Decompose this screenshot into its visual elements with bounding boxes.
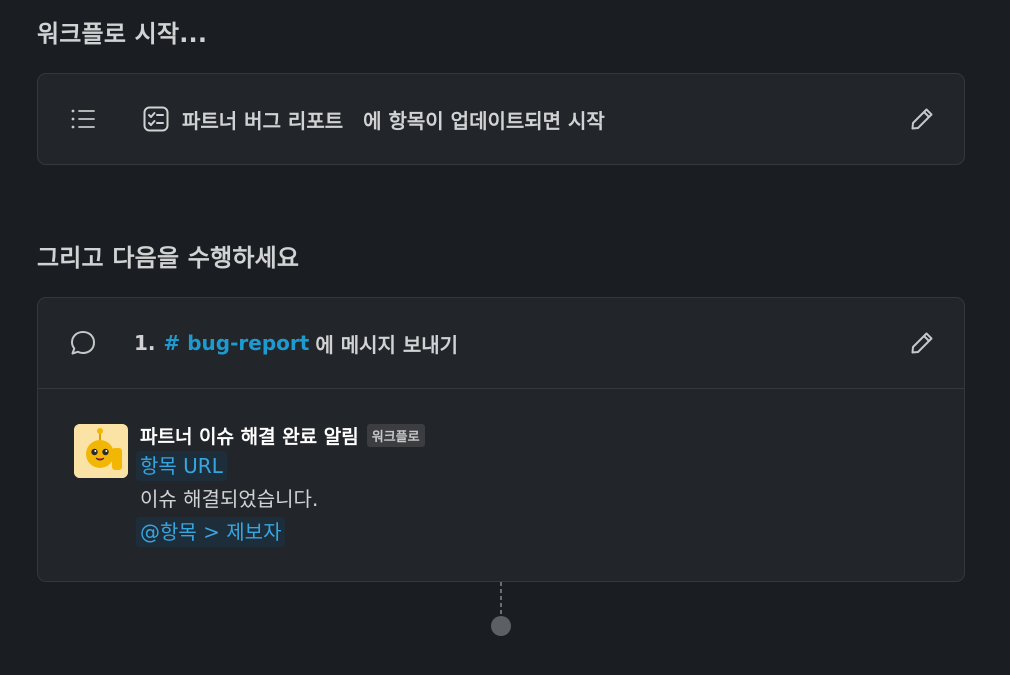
trigger-condition: 에 항목이 업데이트되면 시작 (363, 108, 605, 133)
step-number: 1. (134, 331, 156, 355)
checklist-icon (142, 105, 170, 133)
mention-token: @항목 > 제보자 (136, 517, 286, 547)
action-card[interactable]: 1. # bug-report 에 메시지 보내기 파트너 이슈 해결 완료 알… (37, 297, 965, 582)
message-line-3: @항목 > 제보자 (136, 516, 425, 549)
trigger-card[interactable]: 파트너 버그 리포트 에 항목이 업데이트되면 시작 (37, 73, 965, 165)
workflow-badge: 워크플로 (366, 423, 425, 447)
action-row: 1. # bug-report 에 메시지 보내기 (38, 298, 964, 389)
pencil-icon[interactable] (908, 105, 936, 133)
sender-name: 파트너 이슈 해결 완료 알림 (140, 425, 359, 448)
list-name[interactable]: 파트너 버그 리포트 (182, 105, 343, 134)
pencil-icon[interactable] (908, 329, 936, 357)
workflow-editor: 워크플로 시작... 파트너 버그 리포트 에 항목이 업데이트되면 시작 그리… (0, 0, 1010, 675)
channel-link[interactable]: # bug-report (164, 331, 310, 355)
add-step-dot[interactable] (491, 616, 511, 636)
action-label: 에 메시지 보내기 (315, 332, 459, 357)
link-token: 항목 URL (136, 451, 227, 481)
action-description: 1. # bug-report 에 메시지 보내기 (134, 329, 458, 358)
action-section-title: 그리고 다음을 수행하세요 (37, 244, 300, 272)
list-icon (68, 104, 98, 134)
message-header: 파트너 이슈 해결 완료 알림 워크플로 (140, 420, 425, 450)
message-line-2: 이슈 해결되었습니다. (140, 487, 319, 511)
bot-avatar (74, 424, 128, 478)
trigger-description: 파트너 버그 리포트 에 항목이 업데이트되면 시작 (142, 105, 605, 134)
step-connector-line (500, 582, 502, 618)
message-body: 파트너 이슈 해결 완료 알림 워크플로 항목 URL 이슈 해결되었습니다. … (136, 420, 425, 549)
trigger-section-title: 워크플로 시작... (37, 20, 208, 48)
message-line-1: 항목 URL (136, 450, 425, 483)
trigger-row: 파트너 버그 리포트 에 항목이 업데이트되면 시작 (38, 74, 964, 164)
message-bubble-icon (68, 328, 98, 358)
